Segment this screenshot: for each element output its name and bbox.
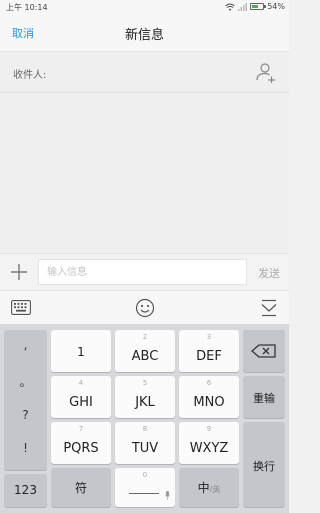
key-7-letters: PQRS (63, 441, 99, 456)
space-key[interactable]: 0 (115, 468, 175, 507)
recipient-field[interactable]: 收件人: (0, 51, 289, 93)
punctuation-column: , 。 ? ! (4, 330, 47, 470)
key-9[interactable]: 9 WXYZ (179, 422, 239, 464)
key-question[interactable]: ? (4, 408, 47, 422)
key-6-letters: MNO (193, 395, 225, 410)
key-8[interactable]: 8 TUV (115, 422, 175, 464)
page-title: 新信息 (124, 28, 164, 43)
signal-icon (238, 2, 248, 11)
smiley-icon[interactable] (135, 298, 155, 318)
key-comma[interactable]: , (4, 338, 47, 352)
status-time: 上午 10:14 (6, 3, 48, 12)
compose-bar: 发送 (0, 253, 289, 290)
key-exclaim[interactable]: ! (4, 441, 47, 455)
battery-icon (250, 3, 267, 10)
symbol-key[interactable]: 符 (51, 468, 111, 507)
key-7[interactable]: 7 PQRS (51, 422, 111, 464)
reenter-key[interactable]: 重输 (243, 376, 285, 418)
lang-zh-label: 中 (197, 481, 210, 495)
newline-key[interactable]: 换行 (243, 422, 285, 507)
add-contact-icon[interactable] (255, 61, 277, 83)
symbol-label: 符 (74, 481, 87, 495)
key-2-num: 2 (142, 333, 148, 341)
key-9-letters: WXYZ (189, 441, 229, 456)
send-button[interactable]: 发送 (258, 265, 280, 281)
keyboard-icon[interactable] (11, 300, 31, 315)
key-3[interactable]: 3 DEF (179, 330, 239, 372)
key-2[interactable]: 2 ABC (115, 330, 175, 372)
key-5-num: 5 (142, 379, 148, 387)
key-2-letters: ABC (131, 349, 159, 364)
key-7-num: 7 (78, 425, 84, 433)
hide-keyboard-icon[interactable] (261, 299, 277, 317)
key-3-num: 3 (206, 333, 212, 341)
status-icons: 54% (225, 2, 285, 11)
mode-123-label: 123 (14, 483, 37, 497)
keyboard-toolbar (0, 290, 289, 324)
key-8-letters: TUV (131, 441, 159, 456)
key-4-num: 4 (78, 379, 84, 387)
recipient-label: 收件人: (13, 70, 47, 81)
language-key[interactable]: 中/英 (179, 468, 239, 507)
key-4-letters: GHI (69, 395, 93, 410)
message-area (0, 93, 289, 253)
wifi-icon (225, 3, 236, 11)
key-9-num: 9 (206, 425, 212, 433)
space-bar-line (129, 493, 159, 494)
keyboard: , 。 ? ! 1 2 ABC 3 DEF 4 GHI 5 JKL 6 MNO … (0, 324, 289, 513)
plus-icon[interactable] (9, 262, 29, 282)
key-4[interactable]: 4 GHI (51, 376, 111, 418)
space-key-num: 0 (142, 471, 148, 479)
key-6[interactable]: 6 MNO (179, 376, 239, 418)
key-3-letters: DEF (196, 349, 222, 364)
key-6-num: 6 (206, 379, 212, 387)
key-1-label: 1 (77, 345, 85, 359)
mic-icon (165, 491, 170, 500)
lang-en-label: /英 (209, 485, 221, 494)
nav-bar: 取消 新信息 (0, 14, 289, 51)
key-period[interactable]: 。 (4, 373, 47, 390)
status-bar: 上午 10:14 54% (0, 0, 289, 14)
key-1[interactable]: 1 (51, 330, 111, 372)
key-5-letters: JKL (135, 395, 155, 410)
mode-123-key[interactable]: 123 (4, 474, 47, 507)
backspace-icon (251, 344, 276, 358)
key-5[interactable]: 5 JKL (115, 376, 175, 418)
message-input[interactable] (38, 259, 247, 285)
newline-label: 换行 (253, 460, 275, 473)
battery-percent: 54% (267, 2, 285, 11)
reenter-label: 重输 (253, 392, 275, 405)
backspace-key[interactable] (243, 330, 285, 372)
key-8-num: 8 (142, 425, 148, 433)
